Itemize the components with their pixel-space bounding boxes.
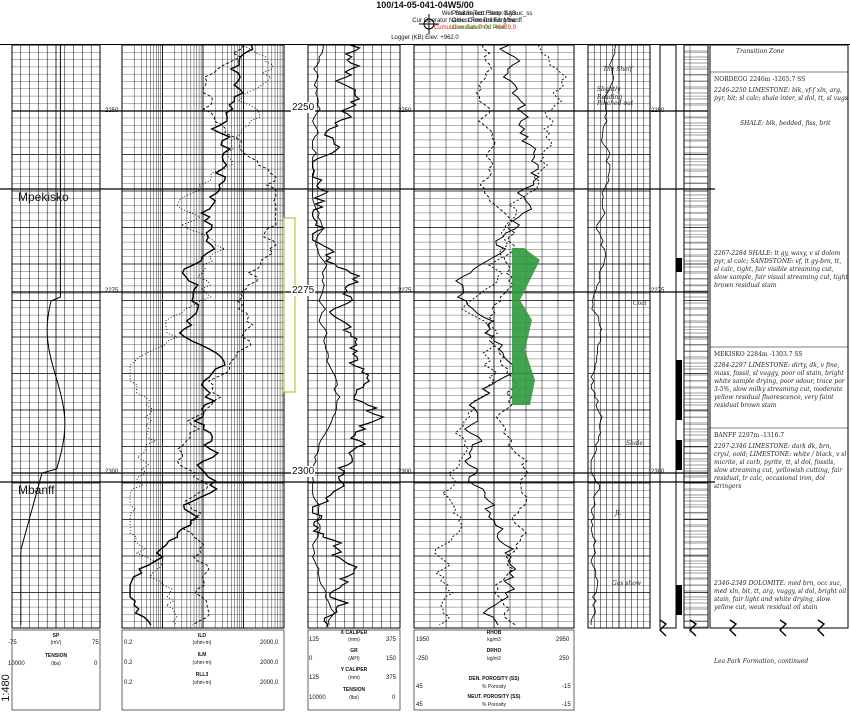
lith-note: 2267-2284 SHALE: lt gy, waxy, v sl dolom… bbox=[714, 250, 848, 289]
ycal-min: 125 bbox=[309, 675, 320, 681]
caption-rhob-unit: kg/m3 bbox=[487, 637, 501, 643]
gr-curve bbox=[311, 44, 385, 628]
formation-top-mbanff: Mbanff bbox=[18, 483, 55, 497]
depth-small: 2300 bbox=[398, 469, 412, 475]
dphi-min: 45 bbox=[416, 684, 423, 690]
lith-note: NORDEGG 2246m -1265.7 SS bbox=[714, 76, 806, 83]
rll3-max: 2000.0 bbox=[260, 680, 279, 686]
depth-scale: 1:480 bbox=[0, 674, 12, 702]
drho-max: 250 bbox=[559, 656, 570, 662]
lith-note: 2246-2250 LIMESTONE: blk, vf-f xln, arg,… bbox=[714, 87, 848, 102]
caption-ild: ILD bbox=[197, 633, 207, 639]
caption-tension: TENSION bbox=[44, 653, 68, 659]
rhob-max: 2950 bbox=[556, 637, 570, 643]
depth-track-note: Gas show bbox=[612, 580, 642, 587]
lith-marker bbox=[676, 360, 682, 420]
caption-nphi: NEUT. POROSITY (SS) bbox=[467, 694, 521, 700]
depth-track-note: Pinched out bbox=[597, 100, 634, 107]
gr-min: 0 bbox=[309, 656, 313, 662]
tension2-max: 0 bbox=[392, 695, 396, 701]
rll3-curve bbox=[129, 44, 274, 626]
depth-small: 2250 bbox=[398, 108, 412, 114]
ild-min: 0.2 bbox=[124, 640, 133, 646]
sp-curve bbox=[20, 45, 66, 625]
lith-marker bbox=[676, 258, 682, 272]
rhob-min: 1950 bbox=[416, 637, 430, 643]
caption-sp: SP bbox=[52, 633, 60, 639]
formation-top-mpekisko: Mpekisko bbox=[18, 190, 69, 204]
depth-small: 2300 bbox=[105, 469, 119, 475]
ilm-min: 0.2 bbox=[124, 660, 133, 666]
caption-rll3-unit: (ohm-m) bbox=[192, 680, 212, 686]
lith-note: BANFF 2297m -1316.7 bbox=[714, 432, 785, 439]
depth-label: 2250 bbox=[291, 102, 316, 113]
ild-curve bbox=[129, 44, 254, 626]
caption-gr: GR bbox=[350, 648, 358, 654]
depth-label: 2300 bbox=[291, 466, 316, 477]
depth-small: 2275 bbox=[105, 288, 119, 294]
caption-rll3: RLL3 bbox=[195, 672, 209, 678]
caption-nphi-unit: % Porosity bbox=[482, 702, 506, 708]
xcal-min: 125 bbox=[309, 637, 320, 643]
caption-tension-unit: (lbs) bbox=[51, 661, 61, 667]
caption-ilm-unit: (ohm-m) bbox=[192, 660, 212, 666]
nphi-max: -15 bbox=[562, 702, 571, 708]
caption-dphi-unit: % Porosity bbox=[482, 684, 506, 690]
drho-min: -250 bbox=[416, 656, 429, 662]
tension-min: 10000 bbox=[8, 661, 25, 667]
depth-track-note: Coal bbox=[633, 300, 647, 307]
xcal-max: 375 bbox=[386, 637, 397, 643]
lith-note: Lea Park Formation, continued bbox=[714, 658, 809, 665]
rll3-min: 0.2 bbox=[124, 680, 133, 686]
depth-track-note: Shale bbox=[626, 440, 644, 447]
ycal-max: 375 bbox=[386, 675, 397, 681]
lith-note: 2284-2297 LIMESTONE: dirty, dk, v fine, … bbox=[714, 362, 845, 409]
gr-max: 150 bbox=[386, 656, 397, 662]
lith-note: 2346-2349 DOLOMITE: med brn, occ suc, me… bbox=[714, 580, 847, 611]
depth-curve bbox=[590, 44, 617, 625]
lith-note: 2297-2346 LIMESTONE: dark dk, brn, cryxl… bbox=[714, 443, 847, 490]
nphi-curve bbox=[434, 44, 567, 626]
lith-note: SHALE: blk, bedded, fiss, brit bbox=[740, 120, 831, 127]
ild-max: 2000.0 bbox=[260, 640, 279, 646]
caption-sp-unit: (mV) bbox=[50, 640, 62, 646]
caption-drho-unit: kg/m3 bbox=[487, 656, 501, 662]
depth-small: 2275 bbox=[651, 288, 665, 294]
track-border bbox=[659, 44, 677, 629]
lith-note: Transition Zone bbox=[736, 48, 785, 55]
caption-dphi: DEN. POROSITY (SS) bbox=[468, 676, 520, 682]
depth-small: 2300 bbox=[651, 469, 665, 475]
lith-marker bbox=[676, 440, 682, 470]
depth-label: 2275 bbox=[291, 285, 316, 296]
depth-track-note: The Shelf bbox=[603, 66, 632, 73]
caption-ilm: ILM bbox=[197, 652, 207, 658]
depth-small: 2250 bbox=[105, 108, 119, 114]
gas-crossover-fill bbox=[512, 248, 540, 405]
dphi-max: -15 bbox=[562, 684, 571, 690]
log-overlay bbox=[283, 44, 826, 637]
sp-min: -75 bbox=[8, 640, 17, 646]
sp-max: 75 bbox=[92, 640, 99, 646]
depth-small: 2250 bbox=[651, 108, 665, 114]
nphi-min: 45 bbox=[416, 702, 423, 708]
caption-ild-unit: (ohm-m) bbox=[192, 640, 212, 646]
lith-note: MEKISKO 2284m -1303.7 SS bbox=[714, 351, 803, 358]
interval-box bbox=[283, 217, 296, 393]
caption-rhob: RHOB bbox=[486, 630, 502, 636]
ilm-curve bbox=[176, 44, 277, 626]
caption-drho: DRHO bbox=[486, 648, 502, 654]
tension-max: 0 bbox=[94, 661, 98, 667]
caption-ycal: Y CALIPER bbox=[340, 667, 368, 673]
lith-marker bbox=[676, 585, 682, 615]
depth-track-note: Jl. bbox=[615, 510, 622, 517]
depth-small: 2275 bbox=[398, 288, 412, 294]
caption-xcal: X CALIPER bbox=[340, 630, 368, 636]
tension2-min: 10000 bbox=[309, 695, 326, 701]
track-border bbox=[683, 44, 709, 629]
caption-tension2: TENSION bbox=[342, 687, 366, 693]
track-border bbox=[709, 44, 849, 629]
ilm-max: 2000.0 bbox=[260, 660, 279, 666]
